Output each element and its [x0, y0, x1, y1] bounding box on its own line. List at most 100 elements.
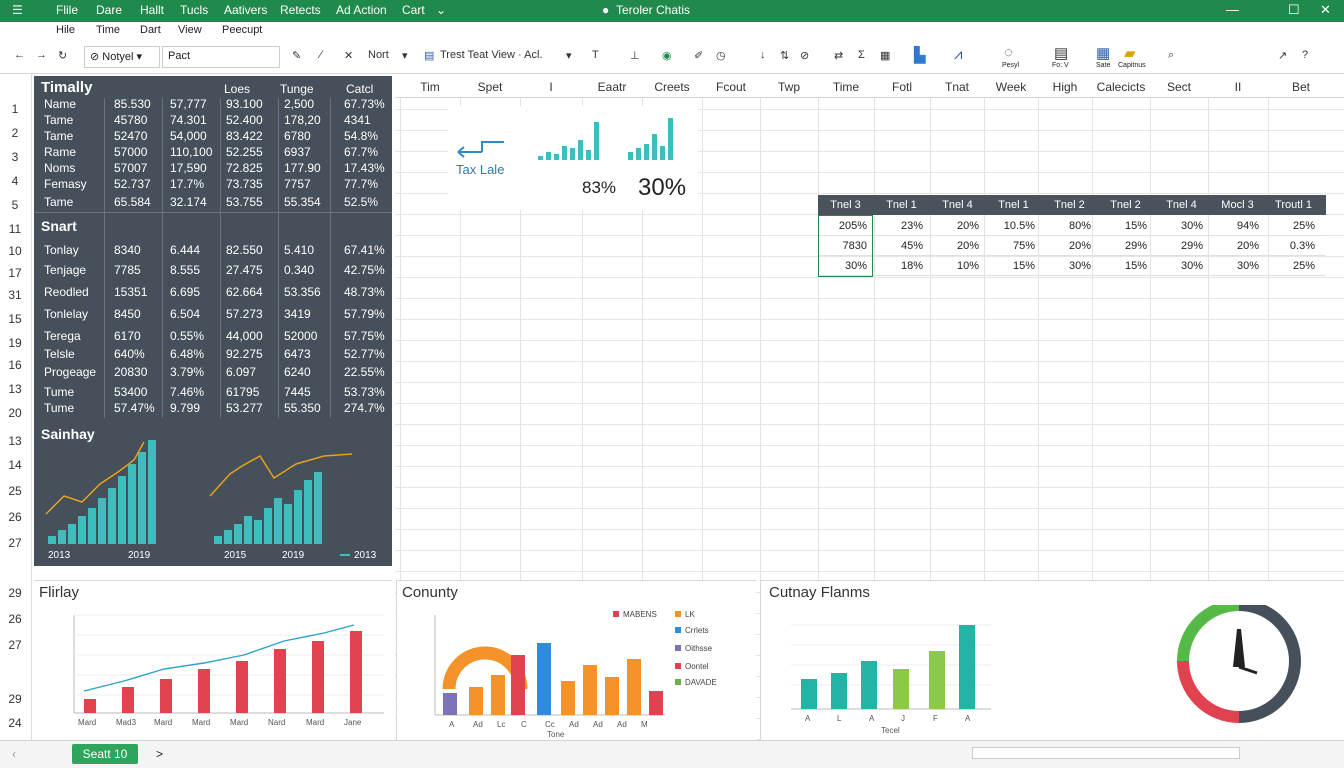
column-header[interactable]: Time [818, 80, 874, 94]
column-header[interactable]: Fcout [702, 80, 760, 94]
mini-table-cell[interactable]: 45% [874, 240, 929, 252]
mini-table-cell[interactable]: 80% [1042, 220, 1097, 232]
menu-item-retects[interactable]: Retects [280, 3, 321, 17]
bar-chart-icon[interactable]: ▙ [914, 46, 926, 64]
horizontal-scrollbar[interactable] [972, 747, 1240, 759]
row-number[interactable]: 26 [0, 612, 30, 626]
mini-table-row[interactable]: 205% 23% 20% 10.5% 80% 15% 30% 94% 25% [818, 216, 1326, 236]
share-icon[interactable]: ↗ [1278, 49, 1287, 62]
chevron-down-icon[interactable]: ▾ [402, 49, 408, 62]
mini-table-header-cell[interactable]: Mocl 3 [1210, 199, 1265, 211]
row-number[interactable]: 25 [0, 484, 30, 498]
menu-item-adaction[interactable]: Ad Action [336, 3, 387, 17]
snart-row[interactable]: Progeage 20830 3.79% 6.097 6240 22.55% [34, 364, 392, 381]
color-icon[interactable]: ◉ [662, 49, 672, 62]
mini-table-cell[interactable]: 15% [1098, 260, 1153, 272]
summary-row[interactable]: Noms 57007 17,590 72.825 177.90 17.43% [34, 160, 392, 177]
column-header[interactable]: Eaatr [582, 80, 642, 94]
mini-table-cell[interactable]: 18% [874, 260, 929, 272]
sum-icon[interactable]: Σ [858, 49, 865, 61]
clock-icon[interactable]: ◷ [716, 49, 726, 62]
row-number[interactable]: 10 [0, 244, 30, 258]
mini-table-cell[interactable]: 30% [1154, 220, 1209, 232]
transfer-icon[interactable]: ⇄ [834, 49, 843, 62]
summary-row[interactable]: Femasy 52.737 17.7% 73.735 7757 77.7% [34, 176, 392, 193]
column-header[interactable]: Fotl [874, 80, 930, 94]
mini-table-cell[interactable]: 94% [1210, 220, 1265, 232]
row-number[interactable]: 11 [0, 222, 30, 236]
nort-dropdown[interactable]: Nort [368, 49, 389, 61]
menu-item-cart[interactable]: Cart [402, 3, 425, 17]
mini-table-header-cell[interactable]: Tnel 4 [1154, 199, 1209, 211]
row-number[interactable]: 19 [0, 336, 30, 350]
snart-row[interactable]: Reodled 15351 6.695 62.664 53.356 48.73% [34, 284, 392, 301]
summary-row[interactable]: Tame 45780 74.301 52.400 178,20 4341 [34, 112, 392, 129]
row-number[interactable]: 14 [0, 458, 30, 472]
mini-table-cell[interactable]: 0.3% [1266, 240, 1321, 252]
row-number[interactable]: 4 [0, 174, 30, 188]
mini-table-row[interactable]: 7830 45% 20% 75% 20% 29% 29% 20% 0.3% [818, 236, 1326, 256]
edit-icon[interactable]: ✐ [694, 49, 703, 62]
maximize-icon[interactable]: ☐ [1288, 2, 1300, 18]
row-number[interactable]: 17 [0, 266, 30, 280]
column-header[interactable]: Spet [460, 80, 520, 94]
menu-item-dare[interactable]: Dare [96, 3, 122, 17]
row-number[interactable]: 26 [0, 510, 30, 524]
column-header[interactable]: I [520, 80, 582, 94]
mini-table-header-cell[interactable]: Troutl 1 [1266, 199, 1321, 211]
menu-view[interactable]: View [178, 24, 202, 36]
app-menu-icon[interactable]: ☰ [12, 3, 23, 17]
back-icon[interactable]: ← [14, 49, 25, 61]
mini-table-header-cell[interactable]: Tnel 3 [818, 199, 873, 211]
menu-item-tucls[interactable]: Tucls [180, 3, 208, 17]
row-number[interactable]: 1 [0, 102, 30, 116]
line-chart-icon[interactable]: ⩘ [954, 46, 962, 63]
chevron-down-icon[interactable]: ⌄ [436, 3, 446, 17]
filter-icon[interactable]: ⇅ [780, 49, 789, 62]
view-icon[interactable]: ▤ [424, 49, 434, 62]
column-header[interactable]: Calecicts [1092, 80, 1150, 94]
summary-row[interactable]: Rame 57000 110,100 52.255 6937 67.7% [34, 144, 392, 161]
column-header[interactable]: Tnat [930, 80, 984, 94]
font-select[interactable]: ⊘ Notyel ▾ [84, 46, 160, 68]
sheet-nav-next[interactable]: > [156, 747, 163, 761]
mini-table-cell[interactable]: 30% [1210, 260, 1265, 272]
circle-icon[interactable]: ◌ [1004, 44, 1013, 61]
view-select[interactable]: Trest Teat View · Acl. [440, 49, 543, 61]
mini-table-cell[interactable]: 15% [986, 260, 1041, 272]
menu-hile[interactable]: Hile [56, 24, 75, 36]
menu-item-hallt[interactable]: Hallt [140, 3, 164, 17]
snart-row[interactable]: Tenjage 7785 8.555 27.475 0.340 42.75% [34, 262, 392, 279]
pen-icon[interactable]: ✎ [292, 49, 301, 62]
text-tool-icon[interactable]: T [592, 49, 599, 61]
mini-table-cell[interactable]: 20% [1042, 240, 1097, 252]
link-icon[interactable]: ⊘ [800, 49, 809, 62]
search-icon[interactable]: ⌕ [1168, 49, 1174, 62]
menu-dart[interactable]: Dart [140, 24, 161, 36]
mini-table-cell[interactable]: 10% [930, 260, 985, 272]
mini-table-cell[interactable]: 25% [1266, 260, 1321, 272]
row-number[interactable]: 13 [0, 382, 30, 396]
sheet-tab-active[interactable]: Seatt 10 [72, 744, 138, 764]
mini-table-cell[interactable]: 20% [930, 220, 985, 232]
refresh-icon[interactable]: ↻ [58, 49, 67, 62]
row-number[interactable]: 15 [0, 312, 30, 326]
row-number[interactable]: 20 [0, 406, 30, 420]
row-number[interactable]: 24 [0, 716, 30, 730]
help-icon[interactable]: ? [1302, 49, 1308, 61]
column-header[interactable]: II [1208, 80, 1268, 94]
scroll-left-icon[interactable]: ‹ [12, 747, 16, 761]
forward-icon[interactable]: → [36, 49, 47, 61]
snart-row[interactable]: Terega 6170 0.55% 44,000 52000 57.75% [34, 328, 392, 345]
row-number[interactable]: 31 [0, 288, 30, 302]
table-icon[interactable]: ▦ [880, 49, 890, 62]
size-select[interactable]: Pact [162, 46, 280, 68]
total-row-values[interactable]: Tame 65.584 32.174 53.755 55.354 52.5% [34, 194, 392, 211]
column-header[interactable]: Week [984, 80, 1038, 94]
mini-table-row[interactable]: 30% 18% 10% 15% 30% 15% 30% 30% 25% [818, 256, 1326, 276]
clear-format-icon[interactable]: ✕ [344, 49, 353, 62]
mini-table-header-cell[interactable]: Tnel 1 [986, 199, 1041, 211]
brush-icon[interactable]: ⁄ [320, 49, 322, 61]
summary-row[interactable]: Name 85.530 57,777 93.100 2,500 67.73% [34, 96, 392, 113]
column-header[interactable]: Creets [642, 80, 702, 94]
